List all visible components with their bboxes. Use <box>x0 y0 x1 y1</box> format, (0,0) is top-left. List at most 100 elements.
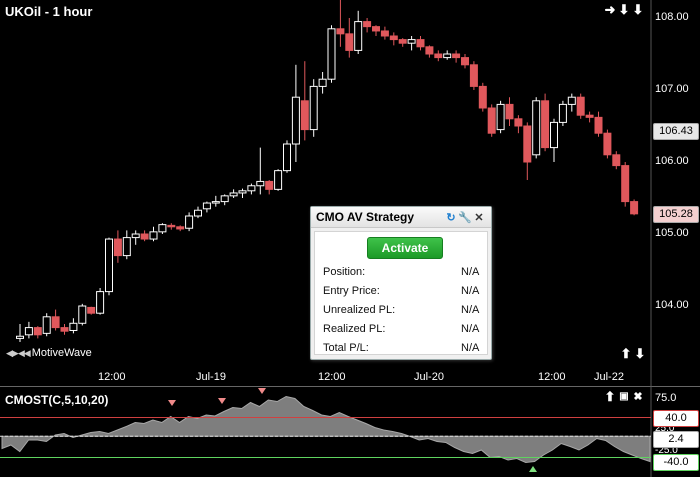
candle-up <box>443 53 452 59</box>
maximize-icon[interactable]: ▣ <box>618 391 630 403</box>
row-label: Realized PL: <box>323 323 386 335</box>
indicator-tick: 75.0 <box>655 392 677 404</box>
chart-title: UKOil - 1 hour <box>5 4 93 19</box>
buy-signal-marker <box>529 466 537 472</box>
arrow-right-icon[interactable]: ➜ <box>604 3 616 16</box>
candle-down <box>478 85 487 109</box>
candle-down <box>523 125 532 163</box>
strategy-panel-body: Activate Position: N/A Entry Price: N/A … <box>314 231 488 355</box>
wrench-icon[interactable]: 🔧 <box>458 211 472 224</box>
candle-up <box>194 209 202 217</box>
chart-window: UKOil - 1 hour ➜ ⬇ ⬇ 108.00 107.00 106.0… <box>0 0 700 477</box>
candle-up <box>309 85 318 131</box>
row-value: N/A <box>461 304 480 316</box>
candle-down <box>265 180 274 190</box>
candle-up <box>202 202 211 210</box>
close-icon[interactable]: ✕ <box>472 211 486 224</box>
candle-down <box>389 35 398 41</box>
scroll-arrows-icon[interactable]: ◀▶◀◀ <box>6 348 31 359</box>
candle-up <box>247 185 256 192</box>
candle-up <box>220 195 229 203</box>
row-label: Unrealized PL: <box>323 304 396 316</box>
candle-up <box>274 170 283 190</box>
arrow-up-icon[interactable]: ⬆ <box>604 390 616 403</box>
candle-up <box>229 192 238 197</box>
upper-level-tag: 40.0 <box>653 410 699 427</box>
candle-down <box>87 306 96 314</box>
candle-down <box>541 100 550 149</box>
price-tick: 107.00 <box>655 83 689 95</box>
candle-down <box>380 30 389 37</box>
candle-down <box>167 224 176 228</box>
candle-up <box>211 201 220 204</box>
brand-label: MotiveWave <box>31 347 92 359</box>
time-tick: Jul-19 <box>196 371 226 383</box>
lower-level-tag: -40.0 <box>653 454 699 471</box>
strategy-panel-title: CMO AV Strategy <box>316 210 415 224</box>
row-value: N/A <box>461 285 480 297</box>
strategy-row: Total P/L: N/A <box>323 342 483 354</box>
candle-up <box>558 103 567 123</box>
candle-down <box>461 57 469 66</box>
strategy-panel-header: CMO AV Strategy ↻ 🔧 ✕ <box>311 207 491 228</box>
candle-up <box>354 21 363 51</box>
price-tick: 104.00 <box>655 299 689 311</box>
indicator-title: CMOST(C,5,10,20) <box>5 393 109 407</box>
strategy-row: Position: N/A <box>323 266 483 278</box>
arrow-down-icon[interactable]: ⬇ <box>632 3 644 16</box>
current-price-tag: 106.43 <box>653 123 699 140</box>
price-tick: 108.00 <box>655 11 689 23</box>
candle-up <box>42 316 51 334</box>
candle-down <box>603 132 612 156</box>
candle-down <box>630 201 639 215</box>
candle-down <box>621 165 630 203</box>
price-tick: 105.00 <box>655 227 689 239</box>
candle-down <box>33 327 42 336</box>
candle-down <box>487 107 496 134</box>
strategy-panel: CMO AV Strategy ↻ 🔧 ✕ Activate Position:… <box>310 206 492 360</box>
candle-up <box>283 143 291 172</box>
time-tick: Jul-20 <box>414 371 444 383</box>
sell-signal-marker <box>258 388 266 394</box>
candle-down <box>51 316 60 329</box>
close-icon[interactable]: ✖ <box>632 391 644 403</box>
candle-down <box>416 39 425 48</box>
candle-down <box>612 154 621 167</box>
time-tick: 12:00 <box>318 371 346 383</box>
candle-down <box>372 26 380 32</box>
candle-down <box>469 64 478 87</box>
refresh-icon[interactable]: ↻ <box>444 211 458 224</box>
candle-down <box>434 53 443 59</box>
candle-up <box>407 39 416 44</box>
indicator-buttons: ⬆ ▣ ✖ <box>604 390 644 403</box>
candle-down <box>345 33 354 51</box>
price-tick: 106.00 <box>655 155 689 167</box>
row-value: N/A <box>461 323 480 335</box>
activate-button[interactable]: Activate <box>367 237 443 259</box>
candle-up <box>532 100 541 156</box>
candle-up <box>96 291 105 314</box>
candle-up <box>550 121 558 149</box>
candle-down <box>176 226 185 230</box>
row-label: Position: <box>323 266 366 278</box>
time-tick: Jul-22 <box>594 371 624 383</box>
candle-up <box>16 335 24 339</box>
candle-down <box>300 100 309 131</box>
arrow-down-icon[interactable]: ⬇ <box>634 347 646 360</box>
candle-down <box>576 96 585 116</box>
candle-up <box>24 327 33 336</box>
candle-down <box>60 327 69 332</box>
row-label: Total P/L: <box>323 342 369 354</box>
arrow-down-icon[interactable]: ⬇ <box>618 3 630 16</box>
candle-down <box>425 46 434 55</box>
candle-up <box>567 96 576 105</box>
brand-watermark: ◀▶◀◀ MotiveWave <box>6 347 92 359</box>
last-price-tag: 105.28 <box>653 206 699 223</box>
candle-down <box>363 21 372 28</box>
candle-up <box>496 103 505 131</box>
candle-down <box>113 238 122 257</box>
arrow-up-icon[interactable]: ⬆ <box>620 347 632 360</box>
candle-up <box>149 231 158 240</box>
candle-up <box>185 215 194 229</box>
candle-up <box>327 28 336 80</box>
